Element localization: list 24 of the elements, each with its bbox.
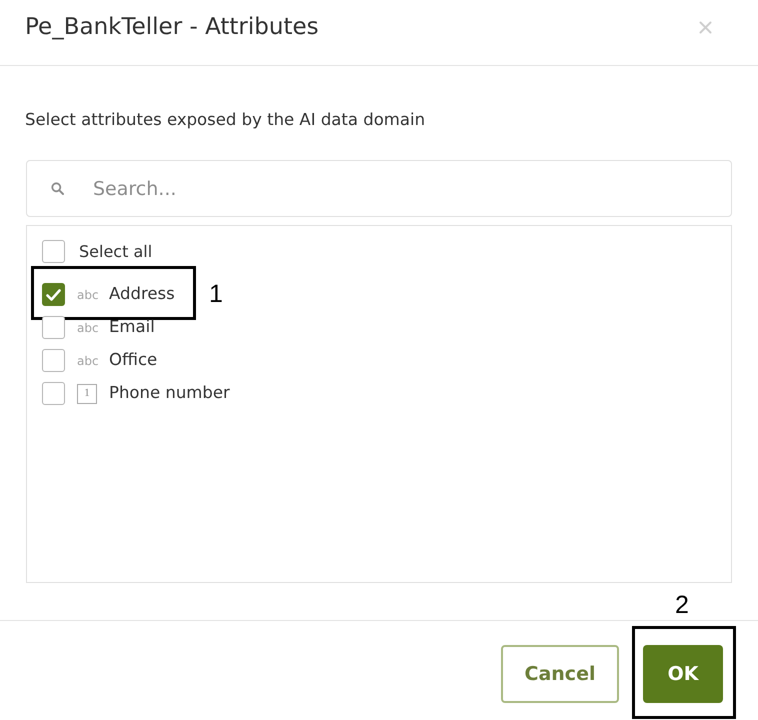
dialog-title: Pe_BankTeller - Attributes [25,16,319,39]
checkbox[interactable] [42,349,65,372]
type-label: abc [77,322,100,334]
search-icon [51,182,64,195]
check-icon [46,288,61,300]
close-button[interactable] [698,20,712,34]
ok-button[interactable]: OK [643,645,723,703]
checkbox[interactable] [42,382,65,405]
checkbox[interactable] [42,316,65,339]
attribute-name[interactable]: Office [109,348,158,373]
cancel-button[interactable]: Cancel [501,645,619,703]
search-field[interactable]: Search... [26,160,732,217]
close-icon [698,21,712,34]
checkbox[interactable] [42,283,65,306]
checkbox-label[interactable]: Select all [79,240,152,264]
type-badge: 1 [77,384,97,404]
attribute-name[interactable]: Email [109,315,155,340]
checkbox[interactable] [42,240,65,263]
callout-number: 1 [209,279,223,309]
attribute-name[interactable]: Phone number [109,381,230,406]
type-label: abc [77,354,100,366]
instruction-text: Select attributes exposed by the AI data domain [25,110,426,130]
attribute-name[interactable]: Address [109,282,175,307]
type-label: abc [77,288,100,300]
